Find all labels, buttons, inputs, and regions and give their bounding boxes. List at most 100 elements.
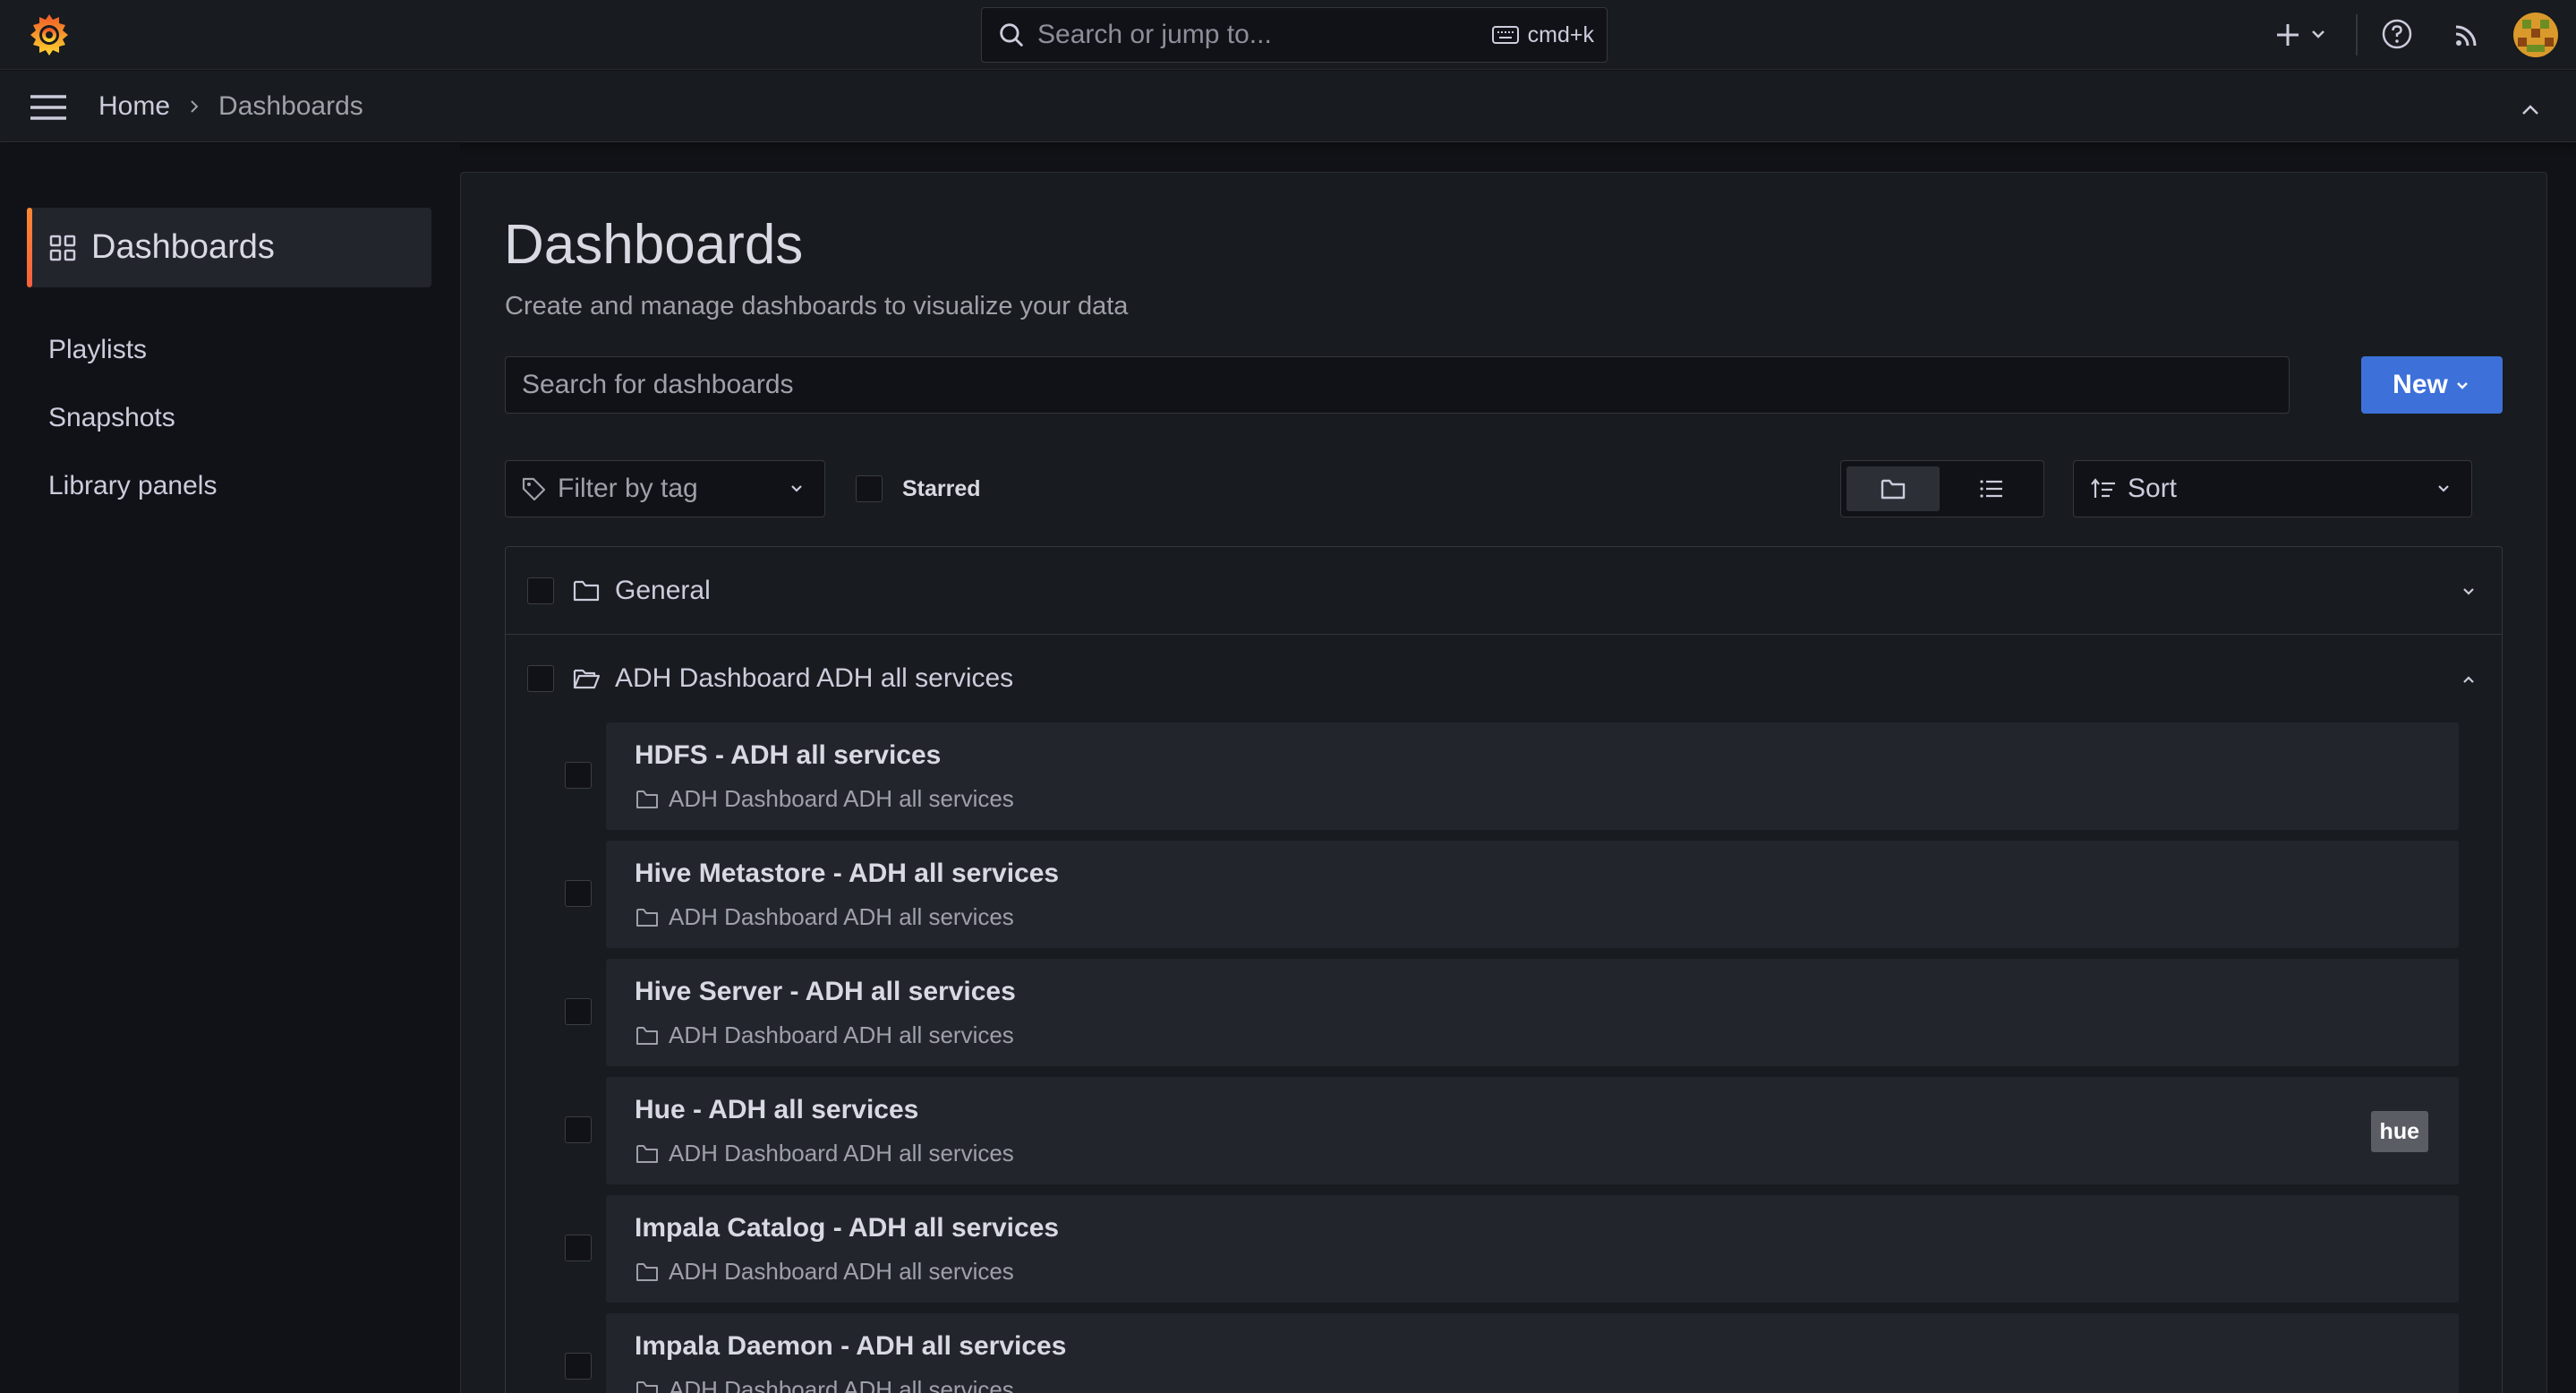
dashboard-location: ADH Dashboard ADH all services — [635, 1140, 1014, 1167]
dashboard-location-label: ADH Dashboard ADH all services — [669, 1258, 1014, 1285]
dashboard-card[interactable]: HDFS - ADH all services ADH Dashboard AD… — [606, 722, 2459, 830]
folder-icon — [1881, 479, 1906, 500]
list-view-button[interactable] — [1945, 466, 2038, 511]
section-sidebar: Dashboards Playlists Snapshots Library p… — [0, 143, 460, 1393]
dashboard-title[interactable]: Impala Daemon - ADH all services — [635, 1331, 1066, 1362]
chevron-right-icon — [191, 100, 199, 113]
folder-icon — [636, 1262, 658, 1281]
dashboard-location: ADH Dashboard ADH all services — [635, 1376, 1014, 1393]
folder-row-general[interactable]: General — [506, 547, 2502, 635]
search-icon — [1000, 23, 1023, 47]
starred-filter[interactable]: Starred — [856, 475, 981, 502]
sort-icon — [2091, 478, 2115, 498]
folder-icon — [636, 908, 658, 927]
help-icon[interactable] — [2380, 17, 2414, 51]
chevron-down-icon — [791, 485, 802, 492]
search-shortcut-label: cmd+k — [1527, 21, 1594, 47]
dashboard-location: ADH Dashboard ADH all services — [635, 1021, 1014, 1049]
toolbar-divider — [2356, 14, 2358, 56]
new-dashboard-button[interactable]: New — [2361, 356, 2503, 414]
folder-row-adh[interactable]: ADH Dashboard ADH all services — [506, 635, 2502, 722]
sort-label: Sort — [2128, 474, 2178, 503]
folder-icon — [636, 1380, 658, 1393]
grafana-logo-icon[interactable] — [25, 11, 73, 59]
breadcrumb-current: Dashboards — [218, 91, 363, 121]
top-navbar: Search or jump to... cmd+k — [0, 0, 2576, 70]
sidebar-item-library-panels[interactable]: Library panels — [48, 471, 217, 501]
active-indicator — [27, 208, 32, 287]
folder-icon — [636, 1026, 658, 1045]
chevron-down-icon[interactable] — [2307, 23, 2329, 45]
starred-checkbox[interactable] — [856, 475, 883, 502]
dashboard-location-label: ADH Dashboard ADH all services — [669, 1021, 1014, 1048]
sidebar-item-dashboards[interactable]: Dashboards — [27, 208, 431, 287]
dashboard-location: ADH Dashboard ADH all services — [635, 903, 1014, 931]
breadcrumb-bar: Home Dashboards — [0, 71, 2576, 142]
dashboard-checkbox[interactable] — [565, 1116, 592, 1143]
dashboard-title[interactable]: Hive Metastore - ADH all services — [635, 859, 1059, 889]
chevron-up-icon[interactable] — [2517, 97, 2544, 124]
dashboard-checkbox[interactable] — [565, 998, 592, 1025]
news-feed-icon[interactable] — [2451, 19, 2483, 51]
tag-filter-placeholder: Filter by tag — [558, 474, 698, 503]
chevron-down-icon[interactable] — [2459, 582, 2478, 602]
list-icon — [1980, 480, 2002, 498]
folder-open-icon — [573, 669, 601, 689]
chevron-down-icon — [2456, 382, 2468, 389]
breadcrumb: Home Dashboards — [98, 71, 363, 142]
view-mode-toggle — [1840, 460, 2044, 517]
global-search-input[interactable]: Search or jump to... cmd+k — [981, 7, 1608, 63]
dashboard-title[interactable]: Hive Server - ADH all services — [635, 977, 1016, 1007]
folder-icon — [636, 790, 658, 808]
dashboard-search-input[interactable] — [506, 357, 2289, 413]
dashboard-card[interactable]: Impala Daemon - ADH all services ADH Das… — [606, 1313, 2459, 1393]
page-subtitle: Create and manage dashboards to visualiz… — [505, 292, 1129, 320]
folder-checkbox[interactable] — [527, 665, 554, 692]
chevron-down-icon — [2438, 485, 2449, 492]
dashboard-checkbox[interactable] — [565, 1235, 592, 1261]
dashboard-location-label: ADH Dashboard ADH all services — [669, 785, 1014, 812]
dashboard-checkbox[interactable] — [565, 1353, 592, 1380]
dashboard-location: ADH Dashboard ADH all services — [635, 1258, 1014, 1286]
sidebar-item-playlists[interactable]: Playlists — [48, 335, 147, 365]
folder-name: General — [615, 576, 711, 605]
sidebar-item-label: Dashboards — [91, 228, 275, 266]
add-new-icon[interactable] — [2270, 17, 2306, 53]
dashboard-title[interactable]: Impala Catalog - ADH all services — [635, 1213, 1059, 1243]
dashboard-location: ADH Dashboard ADH all services — [635, 785, 1014, 813]
folder-icon — [636, 1144, 658, 1163]
chevron-up-icon[interactable] — [2459, 670, 2478, 689]
dashboard-title[interactable]: HDFS - ADH all services — [635, 740, 941, 771]
user-avatar[interactable] — [2513, 13, 2558, 57]
folder-icon — [573, 580, 600, 602]
dashboard-card[interactable]: Hive Metastore - ADH all services ADH Da… — [606, 841, 2459, 948]
global-search-placeholder: Search or jump to... — [1037, 20, 1272, 49]
dashboard-checkbox[interactable] — [565, 762, 592, 789]
menu-icon[interactable] — [29, 92, 68, 123]
dashboard-search-field[interactable] — [505, 356, 2290, 414]
dashboard-location-label: ADH Dashboard ADH all services — [669, 903, 1014, 930]
dashboard-checkbox[interactable] — [565, 880, 592, 907]
tag-badge[interactable]: hue — [2370, 1111, 2428, 1152]
dashboard-card[interactable]: Hive Server - ADH all services ADH Dashb… — [606, 959, 2459, 1066]
folder-name: ADH Dashboard ADH all services — [615, 663, 1014, 693]
dashboard-folder-list: General ADH Dashboard ADH all services H… — [505, 546, 2503, 1393]
dashboard-card[interactable]: Hue - ADH all services ADH Dashboard ADH… — [606, 1077, 2459, 1184]
dashboard-location-label: ADH Dashboard ADH all services — [669, 1376, 1014, 1393]
tag-filter-select[interactable]: Filter by tag — [505, 460, 825, 517]
dashboard-title[interactable]: Hue - ADH all services — [635, 1095, 918, 1125]
keyboard-icon — [1491, 26, 1519, 44]
new-button-label: New — [2393, 370, 2448, 399]
dashboard-location-label: ADH Dashboard ADH all services — [669, 1140, 1014, 1167]
breadcrumb-home[interactable]: Home — [98, 91, 170, 122]
sort-select[interactable]: Sort — [2073, 460, 2472, 517]
folder-checkbox[interactable] — [527, 577, 554, 604]
tag-icon — [522, 477, 546, 501]
page-title: Dashboards — [504, 214, 804, 276]
dashboard-card[interactable]: Impala Catalog - ADH all services ADH Da… — [606, 1195, 2459, 1303]
starred-label: Starred — [902, 475, 981, 501]
apps-grid-icon — [49, 235, 76, 261]
search-shortcut-hint: cmd+k — [1491, 21, 1594, 48]
folder-view-button[interactable] — [1847, 466, 1940, 511]
sidebar-item-snapshots[interactable]: Snapshots — [48, 403, 175, 433]
